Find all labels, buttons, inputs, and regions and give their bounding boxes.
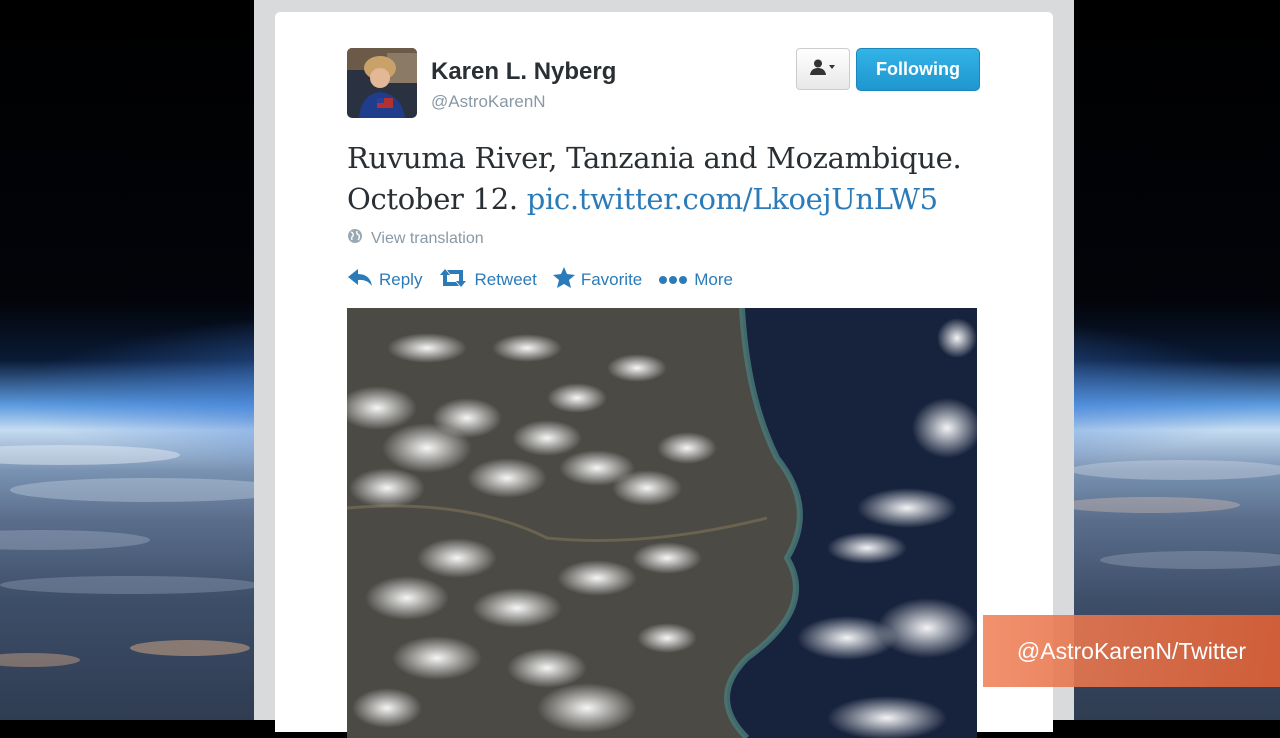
tweet-actions: Reply Retweet Favorite More	[347, 267, 733, 293]
tweet-card: Karen L. Nyberg @AstroKarenN Following R…	[275, 12, 1053, 738]
globe-icon	[347, 228, 363, 249]
retweet-button[interactable]: Retweet	[438, 268, 537, 293]
reply-label: Reply	[379, 270, 423, 289]
more-label: More	[694, 270, 733, 289]
favorite-label: Favorite	[580, 270, 643, 289]
author-handle[interactable]: @AstroKarenN	[431, 92, 546, 112]
retweet-icon	[438, 268, 468, 293]
tweet-text: Ruvuma River, Tanzania and Mozambique. O…	[347, 138, 987, 220]
tweet-pic-link[interactable]: pic.twitter.com/LkoejUnLW5	[527, 182, 938, 216]
tweet-photo-satellite-image[interactable]	[347, 308, 977, 738]
star-icon	[552, 267, 575, 293]
more-button[interactable]: More	[658, 270, 733, 290]
tweet-date-text: October 12.	[347, 182, 527, 216]
reply-icon	[347, 268, 373, 293]
following-button[interactable]: Following	[856, 48, 980, 91]
more-dots-icon	[658, 270, 688, 290]
view-translation-link[interactable]: View translation	[347, 228, 484, 249]
retweet-label: Retweet	[474, 270, 537, 289]
avatar[interactable]	[347, 48, 417, 118]
user-dropdown-icon	[810, 59, 836, 80]
source-watermark: @AstroKarenN/Twitter	[983, 615, 1280, 687]
author-name[interactable]: Karen L. Nyberg	[431, 58, 616, 86]
user-actions-dropdown[interactable]	[796, 48, 850, 90]
tweet-text-line2: October 12. pic.twitter.com/LkoejUnLW5	[347, 179, 987, 220]
view-translation-label: View translation	[371, 229, 484, 247]
favorite-button[interactable]: Favorite	[552, 267, 643, 293]
reply-button[interactable]: Reply	[347, 268, 422, 293]
tweet-text-line1: Ruvuma River, Tanzania and Mozambique.	[347, 141, 962, 175]
